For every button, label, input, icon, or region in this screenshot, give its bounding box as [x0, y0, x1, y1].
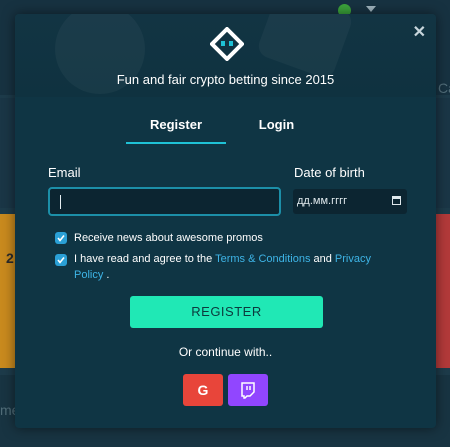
agree-suffix: . [103, 269, 110, 281]
dob-placeholder: дд.мм.гггг [297, 195, 348, 207]
register-modal: ✕ Fun and fair crypto betting since 2015… [15, 14, 436, 428]
calendar-icon[interactable] [392, 196, 401, 205]
background-number: 2 [6, 250, 14, 266]
dob-label: Date of birth [294, 165, 365, 180]
chevron-down-icon [366, 6, 376, 12]
date-of-birth-field[interactable]: дд.мм.гггг [293, 189, 407, 214]
background-text-right: Ca [438, 80, 450, 96]
news-checkbox-label: Receive news about awesome promos [74, 232, 263, 244]
diamond-logo-icon [209, 26, 245, 62]
terms-checkbox[interactable] [55, 254, 67, 266]
google-icon: G [197, 382, 209, 398]
tab-login[interactable]: Login [226, 117, 327, 142]
agree-prefix: I have read and agree to the [74, 253, 216, 265]
terms-checkbox-label: I have read and agree to the Terms & Con… [74, 251, 384, 283]
auth-tabs: Register Login [126, 117, 327, 144]
close-icon[interactable]: ✕ [413, 22, 426, 42]
hero-decoration [255, 14, 355, 81]
email-field[interactable] [48, 187, 281, 216]
tagline: Fun and fair crypto betting since 2015 [116, 72, 335, 87]
background-card-right [434, 214, 450, 368]
news-checkbox[interactable] [55, 232, 67, 244]
continue-with-text: Or continue with.. [178, 345, 273, 359]
tab-register[interactable]: Register [126, 117, 226, 144]
email-label: Email [48, 165, 81, 180]
register-button[interactable]: REGISTER [130, 296, 323, 328]
text-caret [60, 195, 61, 209]
terms-link[interactable]: Terms & Conditions [215, 253, 310, 265]
agree-and: and [310, 253, 335, 265]
google-login-button[interactable]: G [183, 374, 223, 406]
twitch-icon [241, 382, 255, 399]
twitch-login-button[interactable] [228, 374, 268, 406]
